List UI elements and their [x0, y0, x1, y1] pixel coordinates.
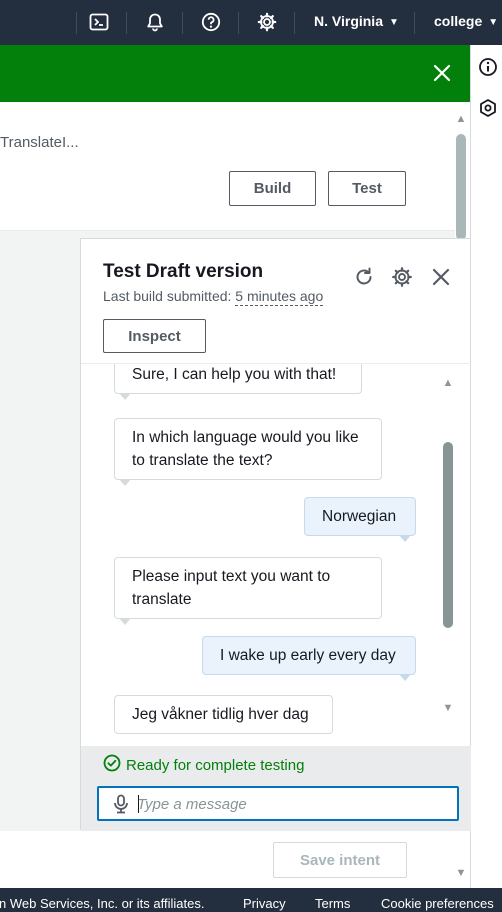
scrollbar-thumb[interactable] [456, 134, 466, 240]
status-text: Ready for complete testing [126, 756, 305, 774]
user-message: I wake up early every day [202, 636, 416, 681]
account-label: college [434, 13, 483, 29]
privacy-link[interactable]: Privacy [243, 896, 286, 911]
bubble-tail [119, 479, 131, 486]
scroll-down-icon[interactable]: ▼ [455, 868, 467, 879]
build-time: 5 minutes ago [235, 288, 324, 306]
microphone-icon[interactable] [112, 794, 130, 814]
bot-message: In which language would you like to tran… [114, 418, 382, 486]
user-message: Norwegian [304, 497, 416, 542]
test-draft-panel: Test Draft version Last build submitted:… [80, 238, 471, 831]
gear-icon[interactable] [256, 11, 278, 33]
refresh-icon[interactable] [353, 266, 375, 288]
bell-icon[interactable] [144, 11, 166, 33]
nav-divider [182, 12, 183, 34]
bubble-tail [119, 393, 131, 400]
close-icon[interactable] [432, 63, 452, 83]
bot-message: Please input text you want to translate [114, 557, 382, 625]
scroll-up-icon[interactable]: ▲ [442, 378, 454, 389]
close-icon[interactable] [430, 266, 452, 288]
bot-message: Jeg våkner tidlig hver dag [114, 695, 333, 734]
chat-transcript: Sure, I can help you with that! In which… [81, 364, 471, 746]
tools-rail [470, 45, 502, 888]
scrollbar-thumb[interactable] [443, 442, 453, 628]
build-status-text: Last build submitted: 5 minutes ago [103, 288, 324, 306]
status-indicator: Ready for complete testing [103, 754, 304, 776]
hexagon-icon[interactable] [478, 98, 498, 118]
bubble-tail [119, 618, 131, 625]
check-circle-icon [103, 754, 121, 776]
bubble-tail [399, 674, 411, 681]
panel-title: Test Draft version [103, 261, 264, 282]
nav-divider [126, 12, 127, 34]
nav-divider [414, 12, 415, 34]
bubble-tail [399, 535, 411, 542]
message-text: Please input text you want to translate [132, 568, 331, 608]
caret-down-icon: ▼ [488, 17, 499, 28]
nav-divider [294, 12, 295, 34]
nav-divider [76, 12, 77, 34]
info-icon[interactable] [478, 57, 498, 77]
message-text: I wake up early every day [220, 647, 396, 664]
build-status-label: Last build submitted: [103, 288, 232, 304]
chat-scrollbar[interactable]: ▲ ▼ [442, 376, 454, 716]
message-input-box[interactable] [97, 786, 459, 821]
message-text: In which language would you like to tran… [132, 429, 359, 469]
message-text: Norwegian [322, 508, 397, 525]
chat-footer: Ready for complete testing [81, 746, 471, 831]
bot-message: Sure, I can help you with that! [114, 364, 362, 400]
copyright-text: n Web Services, Inc. or its affiliates. [0, 896, 205, 911]
message-input[interactable] [137, 792, 447, 816]
help-icon[interactable] [200, 11, 222, 33]
caret-down-icon: ▼ [388, 17, 399, 28]
truncated-field-value: TranslateI... [0, 134, 79, 151]
inspect-button[interactable]: Inspect [103, 319, 206, 353]
text-cursor [138, 795, 139, 813]
test-button[interactable]: Test [328, 171, 406, 206]
terminal-icon[interactable] [88, 11, 110, 33]
save-intent-button[interactable]: Save intent [273, 842, 407, 878]
message-text: Jeg våkner tidlig hver dag [132, 706, 309, 723]
scroll-down-icon[interactable]: ▼ [442, 703, 454, 714]
account-menu[interactable]: college ▼ [434, 13, 498, 29]
top-nav-bar: N. Virginia ▼ college ▼ [0, 0, 502, 45]
region-selector[interactable]: N. Virginia ▼ [314, 13, 399, 29]
build-button[interactable]: Build [229, 171, 316, 206]
nav-divider [238, 12, 239, 34]
message-text: Sure, I can help you with that! [132, 366, 337, 383]
success-flashbar [0, 45, 470, 102]
page-footer: n Web Services, Inc. or its affiliates. … [0, 888, 502, 912]
settings-icon[interactable] [391, 266, 413, 288]
scroll-up-icon[interactable]: ▲ [455, 114, 467, 125]
cookie-preferences-link[interactable]: Cookie preferences [381, 896, 494, 911]
region-label: N. Virginia [314, 13, 383, 29]
terms-link[interactable]: Terms [315, 896, 350, 911]
